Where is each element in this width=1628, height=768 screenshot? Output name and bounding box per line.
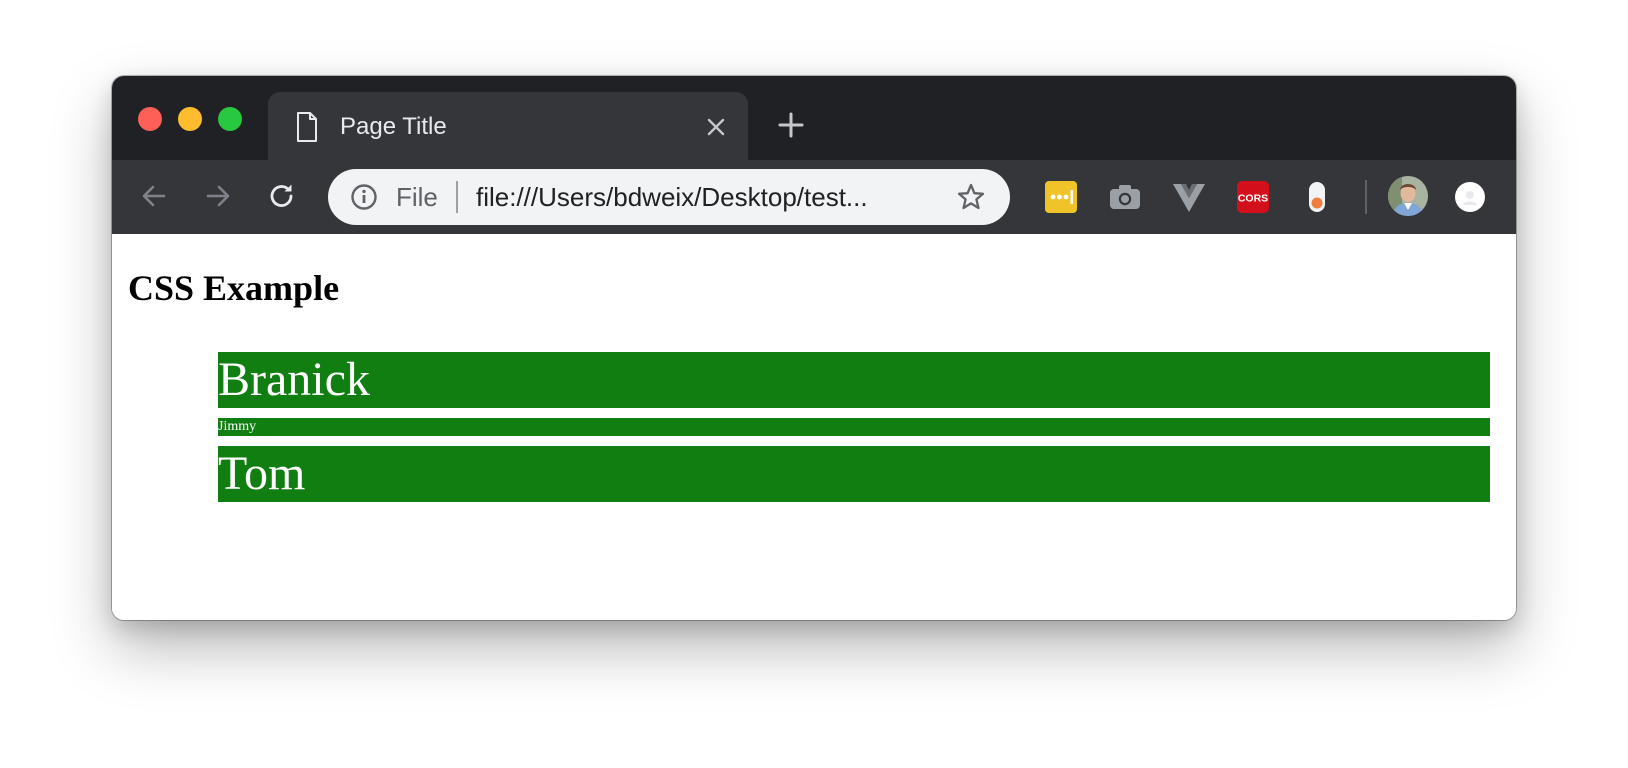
list-item: Branick xyxy=(218,352,1490,408)
reload-icon[interactable] xyxy=(264,178,300,214)
name-list: Branick Jimmy Tom xyxy=(218,352,1490,512)
lastpass-icon[interactable] xyxy=(1044,180,1078,214)
url-text[interactable]: file:///Users/bdweix/Desktop/test... xyxy=(476,182,868,212)
list-item: Tom xyxy=(218,446,1490,502)
window-close-button[interactable] xyxy=(138,107,162,131)
toggle-icon[interactable] xyxy=(1300,180,1334,214)
camera-icon[interactable] xyxy=(1108,180,1142,214)
avatar[interactable] xyxy=(1388,176,1428,216)
close-icon[interactable] xyxy=(704,115,728,139)
new-tab-button[interactable] xyxy=(776,110,806,140)
document-icon xyxy=(297,112,317,142)
star-icon[interactable] xyxy=(956,182,986,212)
omnibox-divider xyxy=(456,181,458,213)
window-minimize-button[interactable] xyxy=(178,107,202,131)
cors-icon-label: CORS xyxy=(1238,193,1268,205)
page-content: CSS Example Branick Jimmy Tom xyxy=(112,234,1516,620)
page-title: CSS Example xyxy=(128,268,340,308)
cors-icon[interactable]: CORS xyxy=(1236,180,1270,214)
browser-window: Page Title File file:///Users/bdweix/Des… xyxy=(112,76,1516,620)
toolbar-separator xyxy=(1365,180,1367,214)
tab-title: Page Title xyxy=(340,113,447,140)
window-maximize-button[interactable] xyxy=(218,107,242,131)
address-bar[interactable]: File file:///Users/bdweix/Desktop/test..… xyxy=(328,169,1010,225)
info-icon[interactable] xyxy=(350,183,378,211)
scheme-label: File xyxy=(396,182,438,212)
tab-page-title[interactable]: Page Title xyxy=(268,92,748,160)
browser-toolbar: File file:///Users/bdweix/Desktop/test..… xyxy=(112,160,1516,234)
tab-strip: Page Title xyxy=(112,76,1516,160)
vue-devtools-icon[interactable] xyxy=(1172,180,1206,214)
list-item: Jimmy xyxy=(218,418,1490,436)
arrow-left-icon[interactable] xyxy=(136,178,172,214)
profile-menu-icon[interactable] xyxy=(1454,181,1486,213)
arrow-right-icon[interactable] xyxy=(200,178,236,214)
